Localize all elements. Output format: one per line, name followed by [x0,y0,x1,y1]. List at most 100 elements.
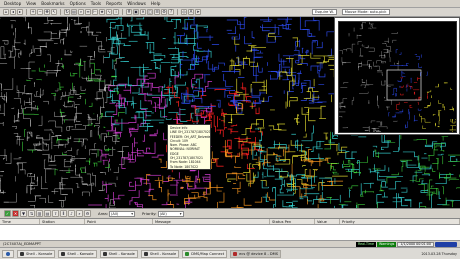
forward-icon[interactable]: ▸ [17,9,23,15]
column-header-station[interactable]: Station [40,219,85,224]
system-tray-clock: 2013-03-28 Thursday [421,251,457,256]
search-alarms-icon[interactable]: ⌕ [76,210,83,217]
menu-options[interactable]: Options [70,1,86,6]
pointer-icon[interactable]: ➤ [195,9,201,15]
print-alarms-icon[interactable]: ▤ [44,210,51,217]
alarm-table: Time Station Point Message Status Pen Va… [0,218,460,240]
refresh-icon[interactable]: ↻ [64,9,70,15]
alarm-settings-icon[interactable]: ⚙ [84,210,91,217]
priority-select[interactable]: (All) ▾ [157,210,184,217]
help-icon[interactable]: ? [168,9,174,15]
zoom-out-icon[interactable]: − [37,9,43,15]
menu-bar: Desktop View Bookmarks Options Tools Rep… [0,0,460,8]
taskbar-item[interactable]: Shell - Konsole [140,249,180,258]
trace-icon[interactable]: ∿ [106,9,112,15]
snap-icon[interactable]: ◎ [181,9,187,15]
layers-icon[interactable]: ≡ [85,9,91,15]
area-value: (All) [111,211,119,216]
print-icon[interactable]: ▤ [71,9,77,15]
terminal-icon [102,251,107,256]
select-icon[interactable]: ↖ [51,9,57,15]
overview-drawing [339,22,456,132]
pan-icon[interactable]: ✥ [44,9,50,15]
menu-windows[interactable]: Windows [127,1,146,6]
measure-icon[interactable]: ⊢ [92,9,98,15]
start-icon [6,251,10,256]
overview-map[interactable] [338,21,457,133]
overview-panel [334,17,460,135]
start-menu-button[interactable] [2,249,14,258]
status-bar: (2C7407A)_EDMAPPT Real-Time Warnings 1/1… [0,240,460,247]
tooltip-line: LINE OH_231787/1807021 [170,130,211,135]
home-icon[interactable]: ⌂ [3,9,9,15]
column-header-message[interactable]: Message [153,219,270,224]
clock-display: 1/1/2000 00:01:00 [397,241,434,247]
legend-icon[interactable]: ☰ [154,9,160,15]
terminal-icon [143,251,148,256]
info-icon[interactable]: i [113,9,119,15]
toolbar-divider [122,9,123,15]
toolbar-divider [177,9,178,15]
taskbar-item-label: ecs @ device 8 - DMS [239,251,279,256]
zoom-in-icon[interactable]: + [30,9,36,15]
pause-icon[interactable]: Ⅱ [60,210,67,217]
menu-reports[interactable]: Reports [106,1,122,6]
delete-icon[interactable]: ✕ [12,210,19,217]
map-icon [185,251,190,256]
menu-bookmarks[interactable]: Bookmarks [41,1,64,6]
area-select[interactable]: (All) ▾ [109,210,136,217]
bookmark-icon[interactable]: ★ [99,9,105,15]
realtime-indicator[interactable]: Real-Time [355,241,377,247]
taskbar-item-label: Shell - Konsole [26,251,53,256]
tooltip-line: To Node: 1807022 [170,164,199,169]
column-header-status[interactable]: Status Pen [270,219,315,224]
main-toolbar: ⌂ ◂ ▸ + − ✥ ↖ ↻ ▤ ⌕ ≡ ⊢ ★ ∿ i # ▣ ✕ ◫ ☰ … [0,8,460,17]
column-header-priority[interactable]: Priority [340,219,460,224]
toolbar-divider [60,9,61,15]
terminal-icon [61,251,66,256]
silence-icon[interactable]: ♪ [68,210,75,217]
taskbar-item-label: Shell - Konsole [149,251,177,256]
column-header-point[interactable]: Point [85,219,153,224]
taskbar-item[interactable]: Shell - Konsole [17,249,56,258]
menu-help[interactable]: Help [151,1,161,6]
grid-icon[interactable]: # [126,9,132,15]
alarm-indicator[interactable] [435,241,457,247]
taskbar: Shell - Konsole Shell - Konsole Shell - … [0,247,460,259]
mouse-mode-selector[interactable]: Mouse Mode: auto-pick [341,9,390,15]
column-header-time[interactable]: Time [0,219,40,224]
taskbar-item[interactable]: Shell - Konsole [99,249,138,258]
warnings-indicator[interactable]: Warnings [377,241,397,247]
settings-icon[interactable]: ⚙ [161,9,167,15]
chevron-down-icon: ▾ [179,211,182,216]
status-message: (2C7407A)_EDMAPPT [3,242,42,246]
chevron-down-icon: ▾ [131,211,134,216]
export-icon[interactable]: ⇪ [52,210,59,217]
menu-desktop[interactable]: Desktop [4,1,21,6]
column-header-value[interactable]: Value [315,219,340,224]
lock-icon[interactable]: ▣ [133,9,139,15]
alarm-filter-bar: ✓ ✕ ▼ ⇅ ▥ ▤ ⇪ Ⅱ ♪ ⌕ ⚙ Area: (All) ▾ Prio… [0,208,460,218]
area-label: Area: [98,211,109,216]
taskbar-item[interactable]: Shell - Konsole [58,249,97,258]
device-info-tooltip: Device info LINE OH_231787/1807021 FEEDE… [167,124,211,170]
taskbar-item-label: Shell - Konsole [67,251,94,256]
taskbar-item[interactable]: DMS/Map Connect [182,249,228,258]
app-icon [233,251,238,256]
overview-icon[interactable]: ◫ [147,9,153,15]
columns-icon[interactable]: ▥ [36,210,43,217]
layer-selector[interactable]: Esquire W. [312,9,337,15]
menu-view[interactable]: View [26,1,36,6]
acknowledge-icon[interactable]: ✓ [4,210,11,217]
label-icon[interactable]: A [188,9,194,15]
menu-tools[interactable]: Tools [91,1,101,6]
find-icon[interactable]: ⌕ [78,9,84,15]
filter-icon[interactable]: ▼ [20,210,27,217]
application-window: Desktop View Bookmarks Options Tools Rep… [0,0,460,259]
taskbar-item[interactable]: ecs @ device 8 - DMS [230,249,282,258]
priority-label: Priority: [142,211,157,216]
sort-icon[interactable]: ⇅ [28,210,35,217]
back-icon[interactable]: ◂ [10,9,16,15]
clear-icon[interactable]: ✕ [140,9,146,15]
priority-value: (All) [159,211,167,216]
